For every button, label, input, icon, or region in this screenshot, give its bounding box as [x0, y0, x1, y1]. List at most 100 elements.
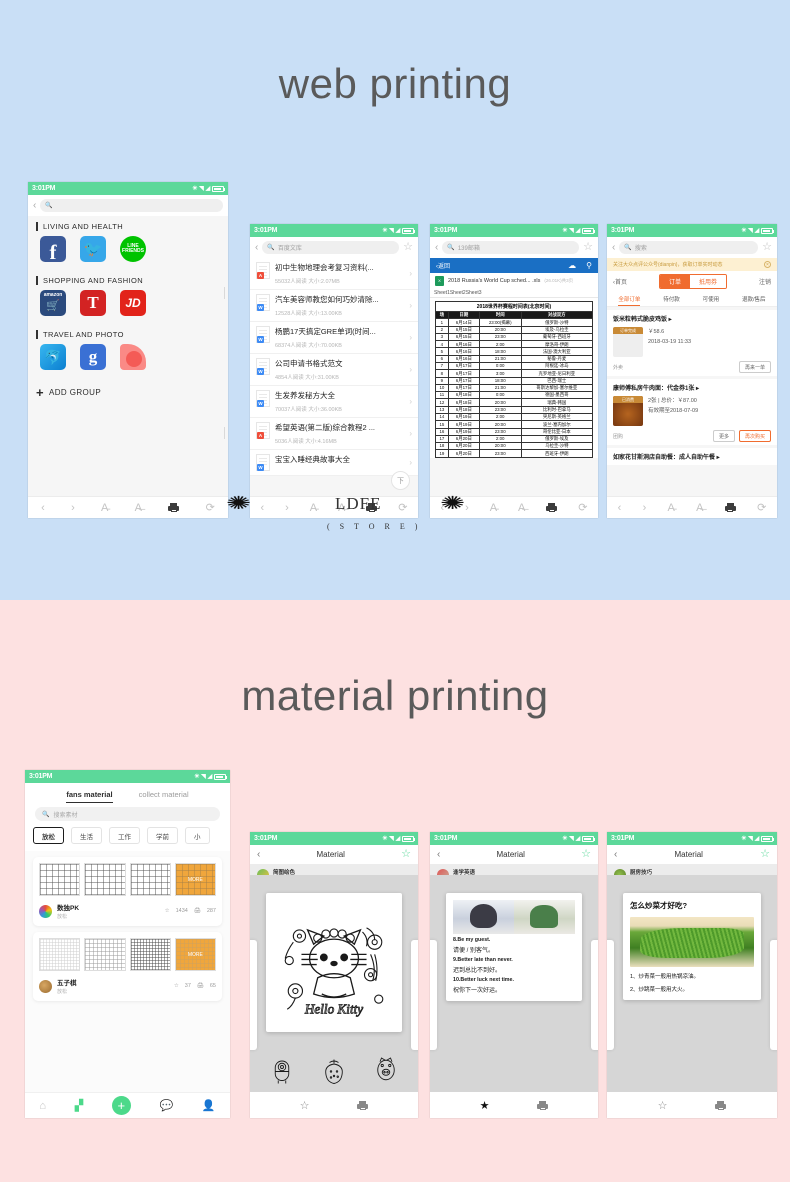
refresh-icon[interactable]: ⟳	[757, 501, 766, 514]
favorite-icon[interactable]: ☆	[401, 849, 411, 860]
star-icon[interactable]: ☆	[174, 983, 179, 989]
list-item[interactable]: W 汽车美容师教您如何巧妙清除... 12528人阅读 大小:13.00KB ›	[250, 290, 418, 322]
thumbnail-more[interactable]: MORE	[174, 863, 216, 896]
download-icon[interactable]: ☁	[568, 261, 576, 270]
forward-icon[interactable]: ›	[465, 502, 469, 514]
back-icon[interactable]: ‹	[255, 242, 258, 253]
thumbnail-go-2[interactable]	[84, 938, 126, 971]
grid-icon[interactable]: ▞	[75, 1099, 83, 1112]
segment-orders[interactable]: 订单	[659, 275, 690, 288]
print-icon[interactable]	[715, 1100, 727, 1110]
thumbnail-more[interactable]: MORE	[174, 938, 216, 971]
app-icon-jd[interactable]: JD	[120, 290, 146, 316]
chip-life[interactable]: 生活	[71, 827, 102, 844]
thumbnail-sudoku-2[interactable]	[84, 863, 126, 896]
list-item[interactable]: W 杨鹏17天搞定GRE单词(时间... 68374人阅读 大小:70.00KB…	[250, 322, 418, 354]
print-icon[interactable]: 🖨	[197, 983, 204, 989]
material-preview-card[interactable]: Hello Kitty	[266, 893, 402, 1032]
more-icon[interactable]: ⚲	[586, 261, 592, 270]
search-input[interactable]: 🔍 搜索素材	[35, 807, 220, 821]
prev-page-peek[interactable]	[607, 939, 614, 1050]
search-input[interactable]: 🔍 百度文库	[262, 241, 400, 254]
print-icon[interactable]	[724, 503, 736, 512]
print-icon[interactable]	[357, 1100, 369, 1110]
forward-icon[interactable]: ›	[285, 502, 289, 514]
tab-fans-material[interactable]: fans material	[66, 790, 113, 803]
prev-page-peek[interactable]	[250, 939, 257, 1050]
print-icon[interactable]	[537, 1100, 549, 1110]
subtab-usable[interactable]: 可使用	[703, 295, 720, 306]
star-icon[interactable]: ☆	[658, 1099, 668, 1112]
material-preview-card[interactable]: 8.Be my guest. 请便 / 别客气。 9.Better late t…	[446, 893, 582, 1001]
home-link[interactable]: ‹首页	[613, 277, 627, 286]
star-icon[interactable]: ☆	[165, 908, 170, 914]
list-item[interactable]: A 希望英语(第二版)综合教程2 ... 5036人阅读 大小:4.16MB ›	[250, 418, 418, 450]
order-card[interactable]: 康师傅私房牛肉面：代金券1张 ▸ 已消费 2张 | 总价：￥87.00 有效期至…	[607, 379, 777, 445]
back-icon[interactable]: ‹	[33, 200, 36, 211]
attachment-row[interactable]: X 2018 Russia's World Cup sched... .xls …	[430, 273, 598, 289]
refresh-icon[interactable]: ⟳	[578, 501, 587, 514]
app-icon-line-friends[interactable]: LINE FRIENDS	[120, 236, 146, 262]
material-card[interactable]: MORE 五子棋 放松 ☆ 37 🖨 65	[33, 932, 222, 1001]
chip-preschool[interactable]: 学前	[147, 827, 178, 844]
chip-primary[interactable]: 小	[185, 827, 210, 844]
thumbnail-go-1[interactable]	[39, 938, 81, 971]
search-input[interactable]: 🔍 139邮箱	[442, 241, 580, 254]
favorite-icon[interactable]: ☆	[762, 242, 772, 253]
tab-collect-material[interactable]: collect material	[139, 790, 189, 799]
add-group-button[interactable]: + ADD GROUP	[28, 378, 228, 407]
list-item[interactable]: W 生发养发秘方大全 70037人阅读 大小:36.00KB ›	[250, 386, 418, 418]
add-icon[interactable]: +	[111, 1096, 131, 1115]
logout-link[interactable]: 注销	[759, 277, 771, 286]
back-icon[interactable]: ‹	[257, 849, 260, 860]
close-icon[interactable]: ×	[764, 261, 771, 268]
app-icon-amazon[interactable]: amazon 🛒	[40, 290, 66, 316]
print-icon[interactable]	[546, 503, 558, 512]
promo-banner[interactable]: 关注大众点评公众号(dianpin)，获取订单实时动态 ×	[607, 258, 777, 271]
list-item[interactable]: A 初中生物地理会考复习资料(... 55032人阅读 大小:2.07MB ›	[250, 258, 418, 290]
segment-coupons[interactable]: 抵用券	[690, 275, 727, 288]
font-smaller-icon[interactable]: A̶	[696, 502, 703, 514]
back-icon[interactable]: ‹	[260, 502, 264, 514]
sheet-tabs[interactable]: Sheet1Sheet2Sheet3	[430, 289, 598, 298]
print-icon[interactable]	[366, 503, 378, 512]
print-icon[interactable]: 🖨	[194, 908, 201, 914]
font-larger-icon[interactable]: A̵	[668, 502, 675, 514]
forward-icon[interactable]: ›	[71, 502, 75, 514]
favorite-icon[interactable]: ☆	[583, 242, 593, 253]
search-input[interactable]: 🔍 搜索	[619, 241, 759, 254]
mail-back-button[interactable]: ‹返回	[436, 261, 450, 270]
list-item[interactable]: W 公司申请书格式范文 4854人阅读 大小:31.00KB ›	[250, 354, 418, 386]
favorite-icon[interactable]: ☆	[581, 849, 591, 860]
font-smaller-icon[interactable]: A̶	[135, 502, 142, 514]
chat-icon[interactable]: 💬	[160, 1099, 174, 1112]
favorite-icon[interactable]: ☆	[760, 849, 770, 860]
chip-work[interactable]: 工作	[109, 827, 140, 844]
app-icon-twitter[interactable]: 🐦	[80, 236, 106, 262]
star-icon[interactable]: ☆	[300, 1099, 310, 1112]
refresh-icon[interactable]: ⟳	[398, 501, 407, 514]
app-icon-google[interactable]: g	[80, 344, 106, 370]
next-page-peek[interactable]	[411, 939, 418, 1050]
search-input[interactable]: 🔍	[40, 199, 223, 212]
refresh-icon[interactable]: ⟳	[206, 501, 215, 514]
back-icon[interactable]: ‹	[618, 502, 622, 514]
app-icon-red[interactable]	[120, 344, 146, 370]
rebuy-button[interactable]: 再次购买	[738, 430, 771, 442]
back-icon[interactable]: ‹	[437, 849, 440, 860]
back-icon[interactable]: ‹	[614, 849, 617, 860]
thumbnail-sudoku-1[interactable]	[39, 863, 81, 896]
material-preview-card[interactable]: 怎么炒菜才好吃? 1、炒青菜一般用热锅凉油。 2、炒跳菜一般用大火。	[623, 893, 761, 1000]
print-icon[interactable]	[168, 503, 180, 512]
subtab-unpaid[interactable]: 待付款	[663, 295, 680, 306]
more-button[interactable]: 更多	[712, 430, 735, 442]
back-icon[interactable]: ‹	[612, 242, 615, 253]
thumbnail-go-3[interactable]	[129, 938, 171, 971]
home-icon[interactable]: ⌂	[39, 1100, 46, 1112]
next-page-peek[interactable]	[770, 939, 777, 1050]
list-item[interactable]: W 宝宝入睡经典故事大全 ›	[250, 450, 418, 476]
font-larger-icon[interactable]: A̵	[101, 502, 108, 514]
font-smaller-icon[interactable]: A̶	[518, 502, 525, 514]
subtab-all[interactable]: 全部订单	[618, 295, 641, 306]
font-smaller-icon[interactable]: A̶	[338, 502, 345, 514]
